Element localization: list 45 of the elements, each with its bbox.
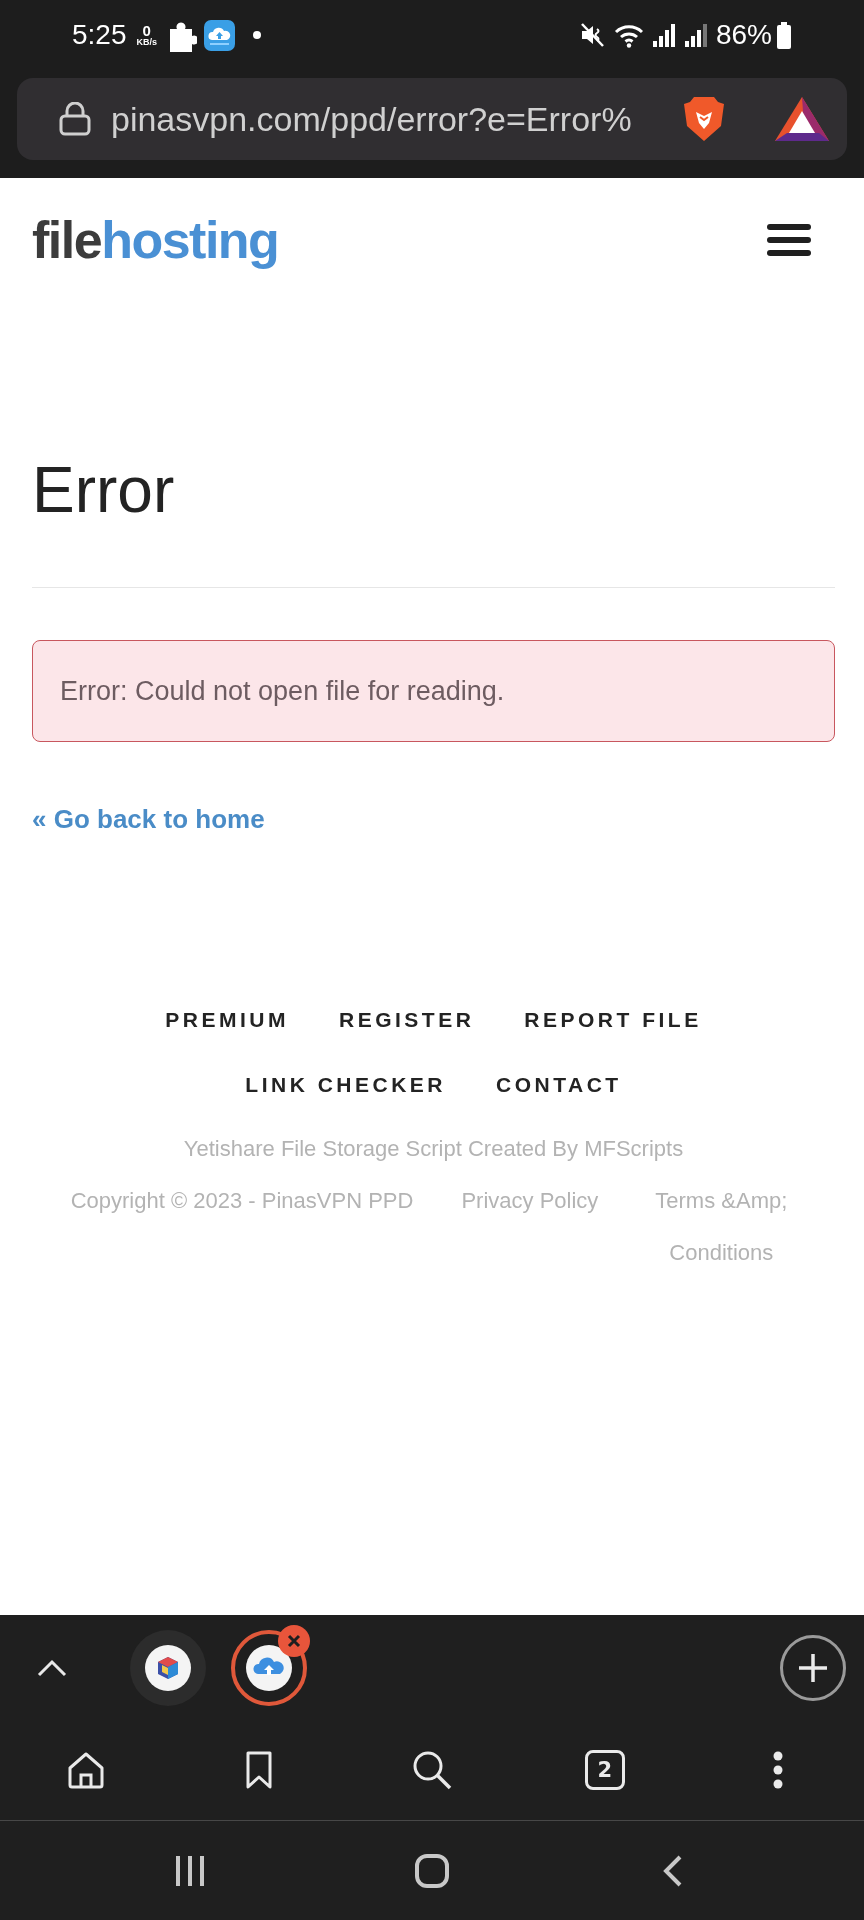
footer-nav-link[interactable]: LINK CHECKER <box>245 1051 447 1117</box>
rewards-button[interactable] <box>775 97 829 141</box>
battery-icon <box>776 21 792 49</box>
footer-nav-link[interactable]: CONTACT <box>496 1051 622 1117</box>
battery-percent: 86% <box>715 19 772 51</box>
shields-button[interactable] <box>683 96 725 142</box>
home-button[interactable] <box>66 1750 107 1790</box>
net-speed-value: 0 <box>142 23 151 38</box>
rounded-square-icon <box>414 1852 450 1889</box>
triangle-icon <box>775 97 829 141</box>
cloud-upload-icon <box>246 1644 292 1691</box>
new-tab-button[interactable] <box>780 1634 846 1701</box>
search-button[interactable] <box>412 1750 452 1790</box>
more-button[interactable] <box>771 1750 784 1790</box>
footer-nav-link[interactable]: PREMIUM <box>165 986 289 1052</box>
menu-button[interactable] <box>767 224 811 256</box>
mute-icon <box>579 22 606 48</box>
more-icon <box>771 1750 784 1790</box>
credit-text: Yetishare File Storage Script Created By MFScripts <box>183 1134 684 1163</box>
page-title: Error <box>32 453 175 528</box>
net-speed-unit: KB/s <box>136 38 157 47</box>
back-home-link[interactable]: « Go back to home <box>32 800 265 837</box>
url-field[interactable]: pinasvpn.com/ppd/error?e=Error% <box>111 99 683 139</box>
close-icon <box>287 1633 301 1648</box>
tab-count-button[interactable]: 2 <box>584 1750 625 1790</box>
footer-nav-link[interactable]: REPORT FILE <box>524 986 702 1052</box>
copyright-text: Copyright © 2023 - PinasVPN PPD <box>70 1186 414 1215</box>
signal-icon <box>651 23 676 47</box>
shield-icon <box>683 96 725 142</box>
plus-icon <box>797 1651 829 1684</box>
wifi-icon <box>613 22 644 48</box>
signal-icon <box>683 23 708 47</box>
footer-nav-link[interactable]: REGISTER <box>339 986 475 1052</box>
search-icon <box>412 1750 452 1790</box>
clock-time: 5:25 <box>72 19 127 51</box>
home-nav-button[interactable] <box>414 1852 450 1889</box>
cube-icon <box>145 1644 191 1691</box>
lock-icon <box>59 102 91 136</box>
menu-icon <box>767 224 811 256</box>
notification-dot-icon <box>253 31 261 39</box>
error-alert: Error: Could not open file for reading. <box>32 639 835 742</box>
close-tab-button[interactable] <box>278 1624 310 1657</box>
cloud-app-icon <box>204 19 235 51</box>
home-icon <box>66 1750 107 1790</box>
chevron-up-icon <box>37 1658 67 1677</box>
